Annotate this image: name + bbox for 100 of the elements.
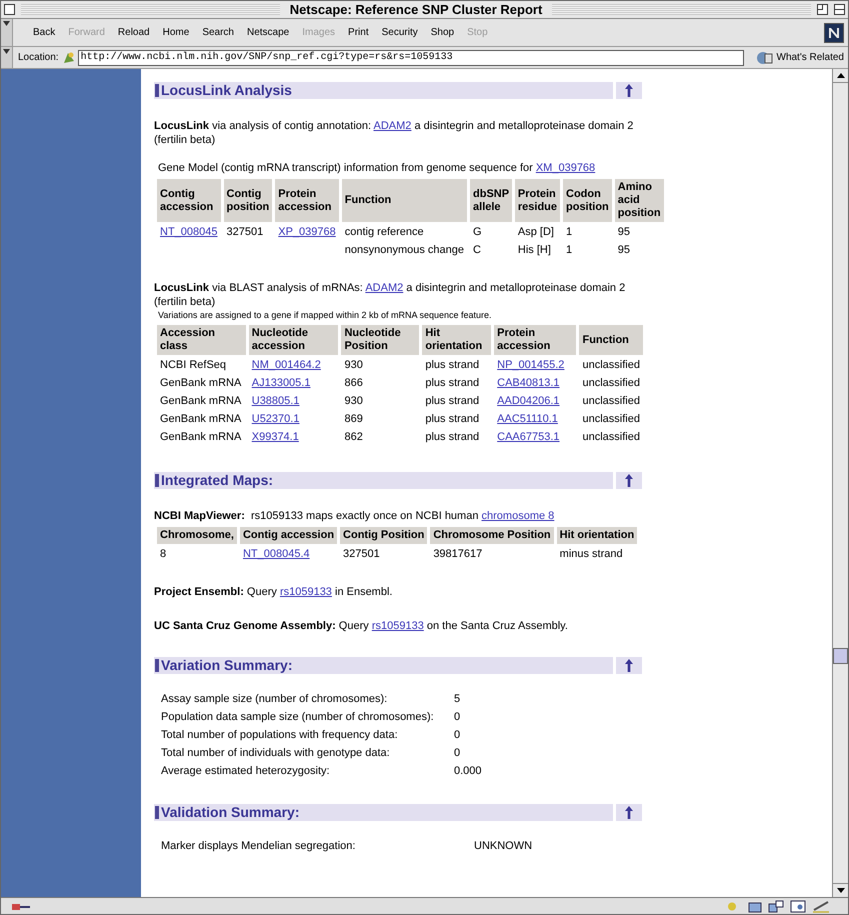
back-to-top-button[interactable]: [616, 657, 642, 674]
table-caption: Gene Model (contig mRNA transcript) information from genome sequence for XM_039768: [158, 161, 596, 175]
link[interactable]: XP_039768: [278, 226, 336, 238]
link[interactable]: chromosome 8: [482, 510, 554, 522]
toolbar-button[interactable]: Back: [33, 25, 56, 40]
column-header: Accession class: [157, 325, 246, 355]
toolbar-button[interactable]: Shop: [430, 25, 454, 40]
table-cell: G: [473, 226, 482, 238]
field-label: Total number of populations with frequency data:: [161, 728, 399, 743]
field-label: Average estimated heterozygosity:: [161, 764, 331, 779]
link[interactable]: rs1059133: [372, 620, 424, 632]
collapse-box[interactable]: [834, 4, 845, 15]
link[interactable]: U38805.1: [252, 395, 300, 407]
toolbar-grip[interactable]: [1, 19, 13, 46]
table-cell: minus strand: [560, 548, 623, 560]
link[interactable]: AAC51110.1: [497, 413, 558, 425]
whats-related-button[interactable]: What's Related: [776, 50, 844, 65]
page-proxy-icon[interactable]: [62, 50, 76, 64]
section-title: LocusLink Analysis: [161, 82, 292, 99]
back-to-top-button[interactable]: [616, 472, 642, 489]
link[interactable]: AJ133005.1: [252, 377, 310, 389]
table-cell: 930: [344, 395, 363, 407]
link[interactable]: NP_001455.2: [497, 359, 564, 371]
column-header: Hit orientation: [422, 325, 492, 355]
link[interactable]: AAD04206.1: [497, 395, 560, 407]
field-label: Total number of individuals with genotype data:: [161, 746, 391, 761]
table-cell: NCBI RefSeq: [160, 359, 226, 371]
link[interactable]: XM_039768: [536, 162, 596, 174]
table-cell: 95: [618, 244, 630, 256]
scroll-thumb[interactable]: [833, 648, 848, 664]
field-value: 0: [454, 728, 460, 743]
up-arrow-icon: [625, 806, 633, 819]
link[interactable]: NT_008045: [160, 226, 218, 238]
table-cell: 930: [344, 359, 363, 371]
column-header: Contig accession: [157, 179, 220, 222]
link[interactable]: X99374.1: [252, 431, 299, 443]
table-cell: plus strand: [425, 377, 480, 389]
toolbar-button[interactable]: Netscape: [247, 25, 290, 40]
field-label: Marker displays Mendelian segregation:: [161, 839, 356, 854]
toolbar-button[interactable]: Security: [382, 25, 418, 40]
link[interactable]: ADAM2: [374, 120, 412, 132]
column-header: Chromosome Position: [430, 527, 554, 544]
url-field[interactable]: http://www.ncbi.nlm.nih.gov/SNP/snp_ref.cgi?type=rs&rs=1059133: [78, 50, 744, 66]
location-label: Location:: [18, 51, 59, 65]
column-header: Protein residue: [514, 179, 560, 222]
table-cell: 1: [566, 244, 572, 256]
link[interactable]: NT_008045.4: [242, 548, 310, 560]
back-to-top-button[interactable]: [616, 804, 642, 821]
link[interactable]: CAA67753.1: [497, 431, 560, 443]
column-header: Codon position: [563, 179, 612, 222]
close-box[interactable]: [4, 4, 15, 15]
field-value: UNKNOWN: [474, 839, 532, 854]
table-cell: unclassified: [582, 377, 640, 389]
table-cell: 869: [344, 413, 363, 425]
table-cell: plus strand: [425, 431, 480, 443]
toolbar-button[interactable]: Reload: [118, 25, 150, 40]
paragraph: UC Santa Cruz Genome Assembly: Query rs1059133 on the Santa Cruz Assembly.: [154, 619, 569, 633]
table-cell: GenBank mRNA: [160, 377, 242, 389]
paragraph: LocusLink via BLAST analysis of mRNAs: ADAM2 a disintegrin and metalloproteinase domain 2 (fertilin beta): [154, 281, 626, 309]
column-header: Function: [342, 179, 468, 222]
column-header: Protein accession: [275, 179, 339, 222]
n-logo-icon: [828, 26, 840, 38]
table-cell: Asp [D]: [518, 226, 554, 238]
link[interactable]: CAB40813.1: [497, 377, 560, 389]
collapse-triangle-icon: [3, 49, 10, 54]
column-header: Contig position: [224, 179, 272, 222]
down-triangle-icon: [836, 888, 844, 893]
field-value: 0.000: [454, 764, 482, 779]
field-value: 0: [454, 710, 460, 725]
toolbar-grip[interactable]: [1, 47, 13, 68]
link[interactable]: rs1059133: [280, 586, 332, 598]
toolbar-button[interactable]: Search: [202, 25, 234, 40]
link[interactable]: ADAM2: [365, 282, 404, 294]
toolbar-button[interactable]: Print: [348, 25, 369, 40]
zoom-box[interactable]: [817, 4, 828, 15]
up-triangle-icon: [836, 73, 844, 78]
table-cell: unclassified: [582, 413, 640, 425]
section-title: Variation Summary:: [161, 657, 292, 674]
table-cell: 866: [344, 377, 363, 389]
table-cell: C: [473, 244, 481, 256]
column-header: Nucleotide Position: [341, 325, 420, 355]
up-arrow-icon: [625, 474, 633, 487]
column-header: Amino acid position: [614, 179, 664, 222]
table-cell: 39817617: [433, 548, 482, 560]
section-title: Integrated Maps:: [161, 472, 274, 489]
field-label: Assay sample size (number of chromosomes):: [161, 692, 388, 707]
paragraph: Project Ensembl: Query rs1059133 in Ensembl.: [154, 585, 394, 599]
table-cell: unclassified: [582, 359, 640, 371]
column-header: Contig Position: [340, 527, 428, 544]
column-header: Nucleotide accession: [248, 325, 338, 355]
back-to-top-button[interactable]: [616, 82, 642, 99]
table-cell: 327501: [226, 226, 264, 238]
toolbar-button[interactable]: Home: [162, 25, 190, 40]
table-cell: 8: [160, 548, 166, 560]
section-title: Validation Summary:: [161, 804, 300, 821]
scrollbar[interactable]: [832, 69, 848, 897]
link[interactable]: NM_001464.2: [252, 359, 321, 371]
link[interactable]: U52370.1: [252, 413, 300, 425]
table-cell: 327501: [343, 548, 380, 560]
column-header: Protein accession: [494, 325, 576, 355]
